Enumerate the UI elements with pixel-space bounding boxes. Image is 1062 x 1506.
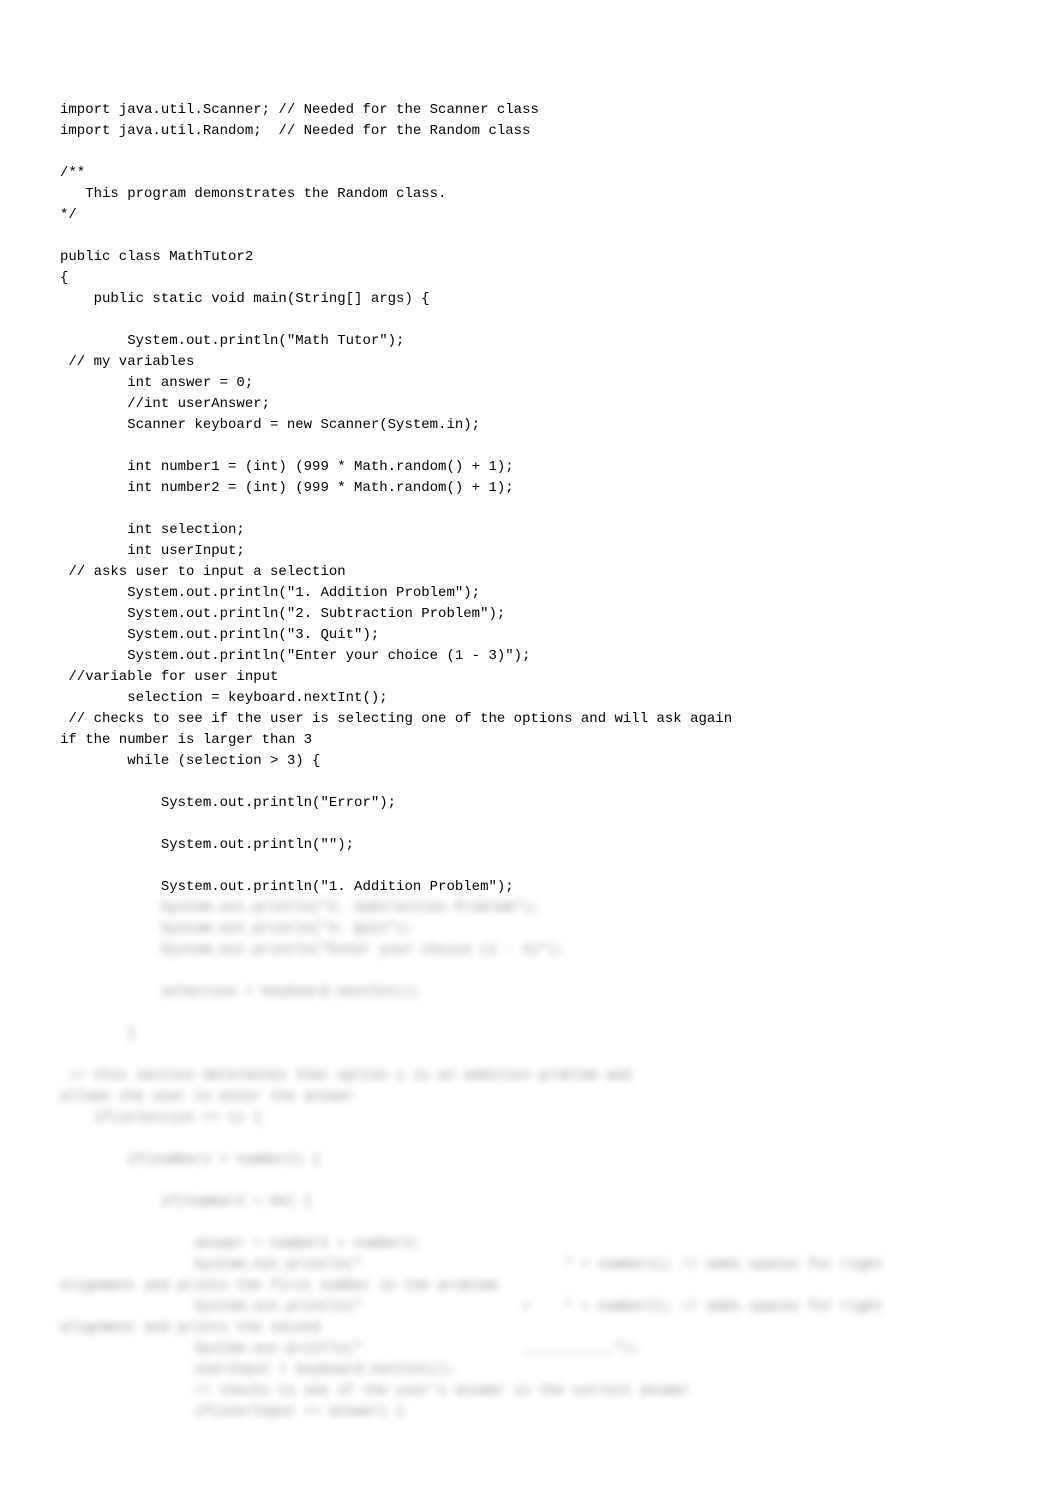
blurred-code-line: System.out.println("Enter your choice (1…	[60, 940, 1012, 961]
document-page: import java.util.Scanner; // Needed for …	[0, 0, 1062, 1506]
blurred-code-line: System.out.println(" + " + number2); // …	[60, 1297, 1012, 1318]
blurred-code-line: // this section determines that option 1…	[60, 1066, 1012, 1087]
code-line: /**	[60, 163, 1012, 184]
code-line: System.out.println("2. Subtraction Probl…	[60, 604, 1012, 625]
code-line	[60, 310, 1012, 331]
blurred-code-line: // checks to see if the user's answer is…	[60, 1381, 1012, 1402]
code-line: System.out.println("Error");	[60, 793, 1012, 814]
blurred-code-line: System.out.println("3. Quit");	[60, 919, 1012, 940]
blurred-code-line	[60, 1045, 1012, 1066]
code-line: System.out.println("Math Tutor");	[60, 331, 1012, 352]
blurred-code-line: System.out.println("2. Subtraction Probl…	[60, 898, 1012, 919]
blurred-code-line	[60, 961, 1012, 982]
code-line: This program demonstrates the Random cla…	[60, 184, 1012, 205]
code-line	[60, 814, 1012, 835]
blurred-code-line	[60, 1213, 1012, 1234]
code-line: selection = keyboard.nextInt();	[60, 688, 1012, 709]
code-line: int number2 = (int) (999 * Math.random()…	[60, 478, 1012, 499]
blurred-code-line: if(selection == 1) {	[60, 1108, 1012, 1129]
blurred-code-line: if(number2 > 99) {	[60, 1192, 1012, 1213]
code-line: import java.util.Scanner; // Needed for …	[60, 100, 1012, 121]
code-line: // checks to see if the user is selectin…	[60, 709, 1012, 730]
code-line	[60, 856, 1012, 877]
code-line	[60, 436, 1012, 457]
code-line: System.out.println("3. Quit");	[60, 625, 1012, 646]
blurred-code-line: allows the user to enter the answer	[60, 1087, 1012, 1108]
code-line	[60, 142, 1012, 163]
code-line: if the number is larger than 3	[60, 730, 1012, 751]
blurred-code-line	[60, 1171, 1012, 1192]
code-line: */	[60, 205, 1012, 226]
code-line: //variable for user input	[60, 667, 1012, 688]
code-line	[60, 499, 1012, 520]
blurred-code-line: System.out.println(" ___________");	[60, 1339, 1012, 1360]
blurred-code-line: alignment and prints the first number in…	[60, 1276, 1012, 1297]
code-line	[60, 226, 1012, 247]
code-line	[60, 772, 1012, 793]
blurred-code-line: alignment and prints the second	[60, 1318, 1012, 1339]
code-line: import java.util.Random; // Needed for t…	[60, 121, 1012, 142]
code-line: int answer = 0;	[60, 373, 1012, 394]
code-line: while (selection > 3) {	[60, 751, 1012, 772]
code-line: int userInput;	[60, 541, 1012, 562]
blurred-code-line: System.out.println(" " + number1); // ad…	[60, 1255, 1012, 1276]
code-line: {	[60, 268, 1012, 289]
code-line: System.out.println("");	[60, 835, 1012, 856]
code-block: import java.util.Scanner; // Needed for …	[60, 100, 1012, 898]
blurred-code-line: if(number1 > number2) {	[60, 1150, 1012, 1171]
code-line: System.out.println("1. Addition Problem"…	[60, 877, 1012, 898]
blurred-code-line: }	[60, 1024, 1012, 1045]
code-line: //int userAnswer;	[60, 394, 1012, 415]
blurred-code-block: System.out.println("2. Subtraction Probl…	[60, 898, 1012, 1423]
code-line: Scanner keyboard = new Scanner(System.in…	[60, 415, 1012, 436]
code-line: int number1 = (int) (999 * Math.random()…	[60, 457, 1012, 478]
blurred-code-line	[60, 1129, 1012, 1150]
blurred-code-line: if(userInput == answer) {	[60, 1402, 1012, 1423]
code-line: System.out.println("Enter your choice (1…	[60, 646, 1012, 667]
blurred-code-line: answer = number1 + number2;	[60, 1234, 1012, 1255]
code-line: int selection;	[60, 520, 1012, 541]
code-line: public static void main(String[] args) {	[60, 289, 1012, 310]
blurred-code-line	[60, 1003, 1012, 1024]
code-line: // my variables	[60, 352, 1012, 373]
code-line: public class MathTutor2	[60, 247, 1012, 268]
blurred-code-line: userInput = keyboard.nextInt();	[60, 1360, 1012, 1381]
blurred-code-line: selection = keyboard.nextInt();	[60, 982, 1012, 1003]
code-line: System.out.println("1. Addition Problem"…	[60, 583, 1012, 604]
code-line: // asks user to input a selection	[60, 562, 1012, 583]
